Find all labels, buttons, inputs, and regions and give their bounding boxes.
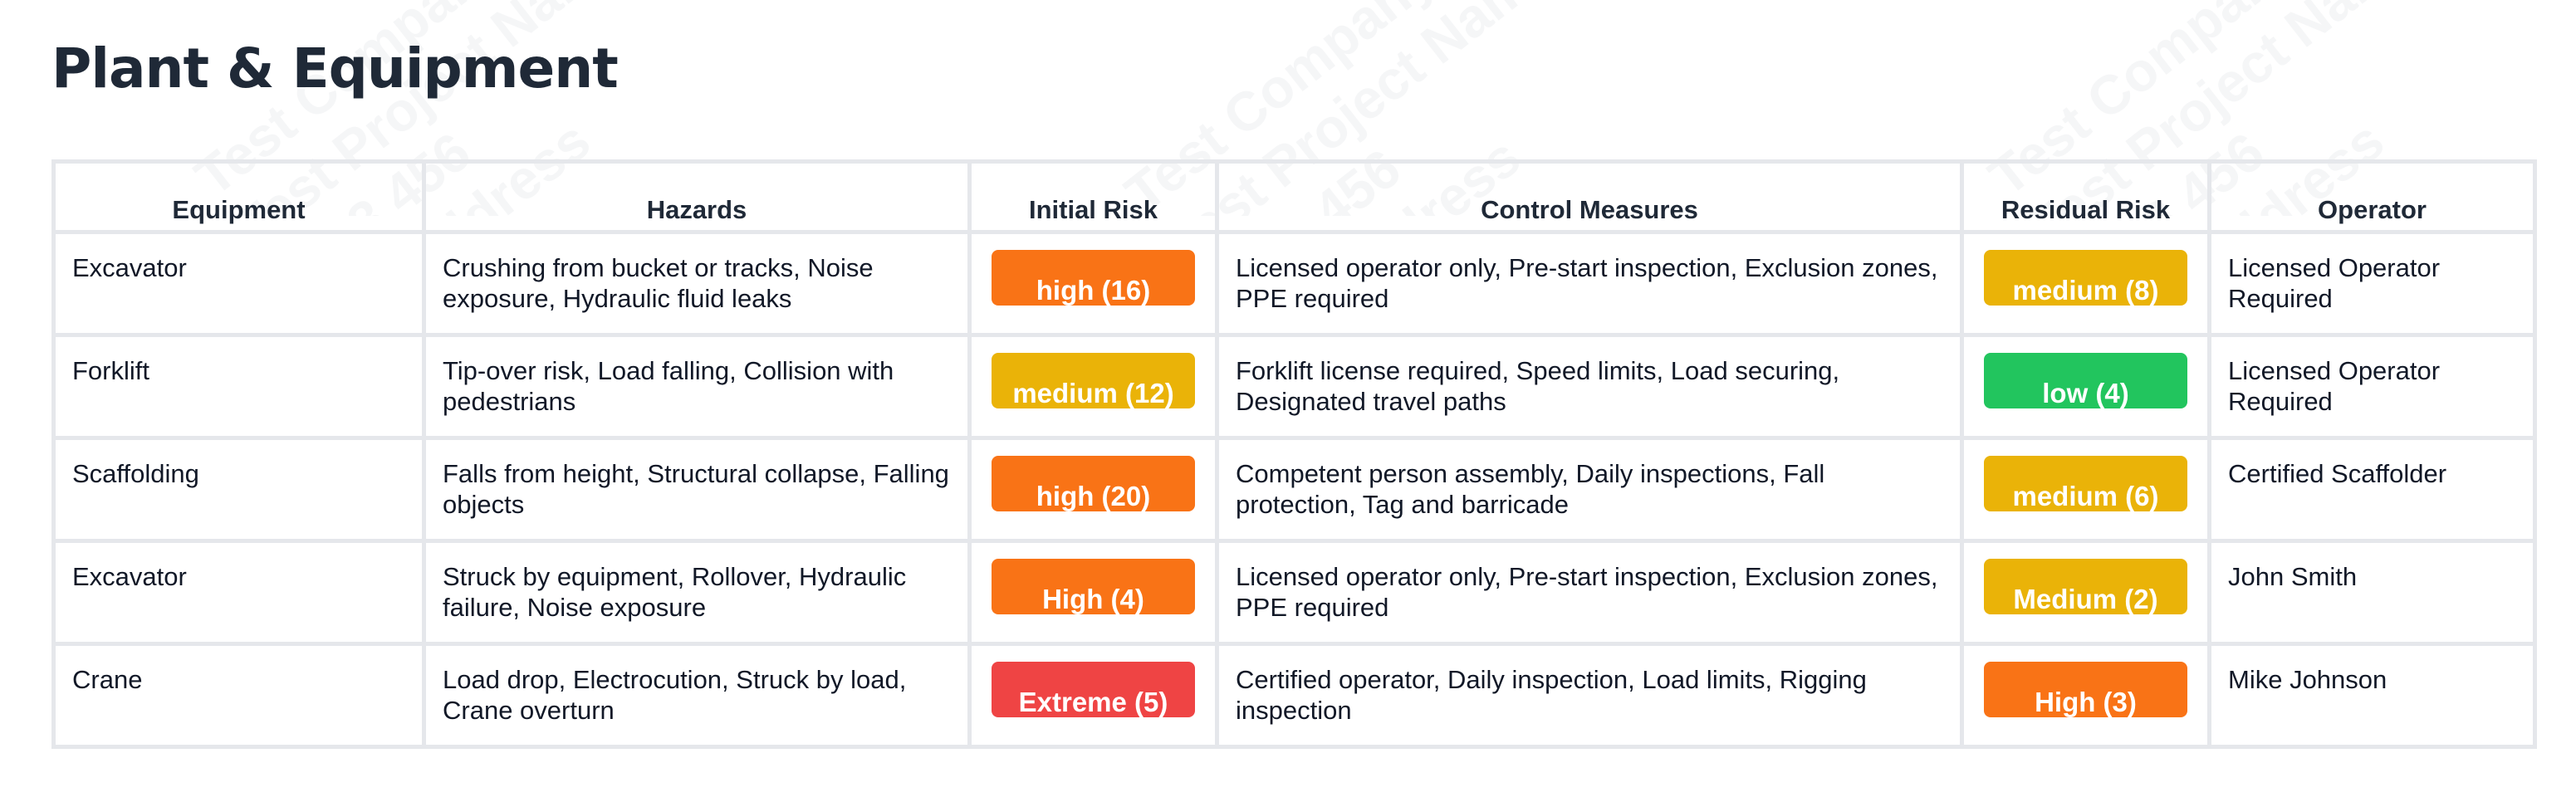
operator-cell: Mike Johnson — [2207, 642, 2537, 749]
equipment-cell: Excavator — [51, 230, 426, 337]
column-header-initial-risk: Initial Risk — [967, 159, 1219, 234]
residual-risk-badge: low (4) — [1984, 353, 2187, 408]
initial-risk-badge: high (16) — [992, 250, 1195, 306]
column-header-equipment: Equipment — [51, 159, 426, 234]
residual-risk-cell: medium (8) — [1960, 230, 2211, 337]
table-row: Excavator Struck by equipment, Rollover,… — [51, 539, 2537, 646]
table-row: Scaffolding Falls from height, Structura… — [51, 436, 2537, 543]
hazards-cell: Tip-over risk, Load falling, Collision w… — [422, 333, 972, 440]
page-title: Plant & Equipment — [51, 37, 619, 100]
control-measures-cell: Licensed operator only, Pre-start inspec… — [1215, 230, 1964, 337]
initial-risk-badge: Extreme (5) — [992, 662, 1195, 717]
residual-risk-badge: High (3) — [1984, 662, 2187, 717]
residual-risk-badge: medium (8) — [1984, 250, 2187, 306]
residual-risk-badge: medium (6) — [1984, 456, 2187, 511]
initial-risk-cell: High (4) — [967, 539, 1219, 646]
initial-risk-badge: medium (12) — [992, 353, 1195, 408]
hazards-cell: Crushing from bucket or tracks, Noise ex… — [422, 230, 972, 337]
hazards-cell: Struck by equipment, Rollover, Hydraulic… — [422, 539, 972, 646]
residual-risk-cell: medium (6) — [1960, 436, 2211, 543]
control-measures-cell: Certified operator, Daily inspection, Lo… — [1215, 642, 1964, 749]
equipment-cell: Forklift — [51, 333, 426, 440]
operator-cell: John Smith — [2207, 539, 2537, 646]
control-measures-cell: Competent person assembly, Daily inspect… — [1215, 436, 1964, 543]
column-header-hazards: Hazards — [422, 159, 972, 234]
initial-risk-cell: high (20) — [967, 436, 1219, 543]
column-header-operator: Operator — [2207, 159, 2537, 234]
operator-cell: Certified Scaffolder — [2207, 436, 2537, 543]
residual-risk-cell: low (4) — [1960, 333, 2211, 440]
control-measures-cell: Forklift license required, Speed limits,… — [1215, 333, 1964, 440]
table-row: Forklift Tip-over risk, Load falling, Co… — [51, 333, 2537, 440]
equipment-cell: Crane — [51, 642, 426, 749]
initial-risk-cell: high (16) — [967, 230, 1219, 337]
initial-risk-cell: medium (12) — [967, 333, 1219, 440]
operator-cell: Licensed Operator Required — [2207, 333, 2537, 440]
initial-risk-badge: high (20) — [992, 456, 1195, 511]
plant-equipment-table: Equipment Hazards Initial Risk Control M… — [51, 159, 2537, 749]
equipment-cell: Scaffolding — [51, 436, 426, 543]
table-row: Crane Load drop, Electrocution, Struck b… — [51, 642, 2537, 749]
control-measures-cell: Licensed operator only, Pre-start inspec… — [1215, 539, 1964, 646]
residual-risk-cell: Medium (2) — [1960, 539, 2211, 646]
table-header-row: Equipment Hazards Initial Risk Control M… — [51, 159, 2537, 234]
column-header-residual-risk: Residual Risk — [1960, 159, 2211, 234]
hazards-cell: Falls from height, Structural collapse, … — [422, 436, 972, 543]
table-row: Excavator Crushing from bucket or tracks… — [51, 230, 2537, 337]
column-header-control-measures: Control Measures — [1215, 159, 1964, 234]
initial-risk-cell: Extreme (5) — [967, 642, 1219, 749]
residual-risk-cell: High (3) — [1960, 642, 2211, 749]
residual-risk-badge: Medium (2) — [1984, 559, 2187, 614]
hazards-cell: Load drop, Electrocution, Struck by load… — [422, 642, 972, 749]
initial-risk-badge: High (4) — [992, 559, 1195, 614]
equipment-cell: Excavator — [51, 539, 426, 646]
operator-cell: Licensed Operator Required — [2207, 230, 2537, 337]
